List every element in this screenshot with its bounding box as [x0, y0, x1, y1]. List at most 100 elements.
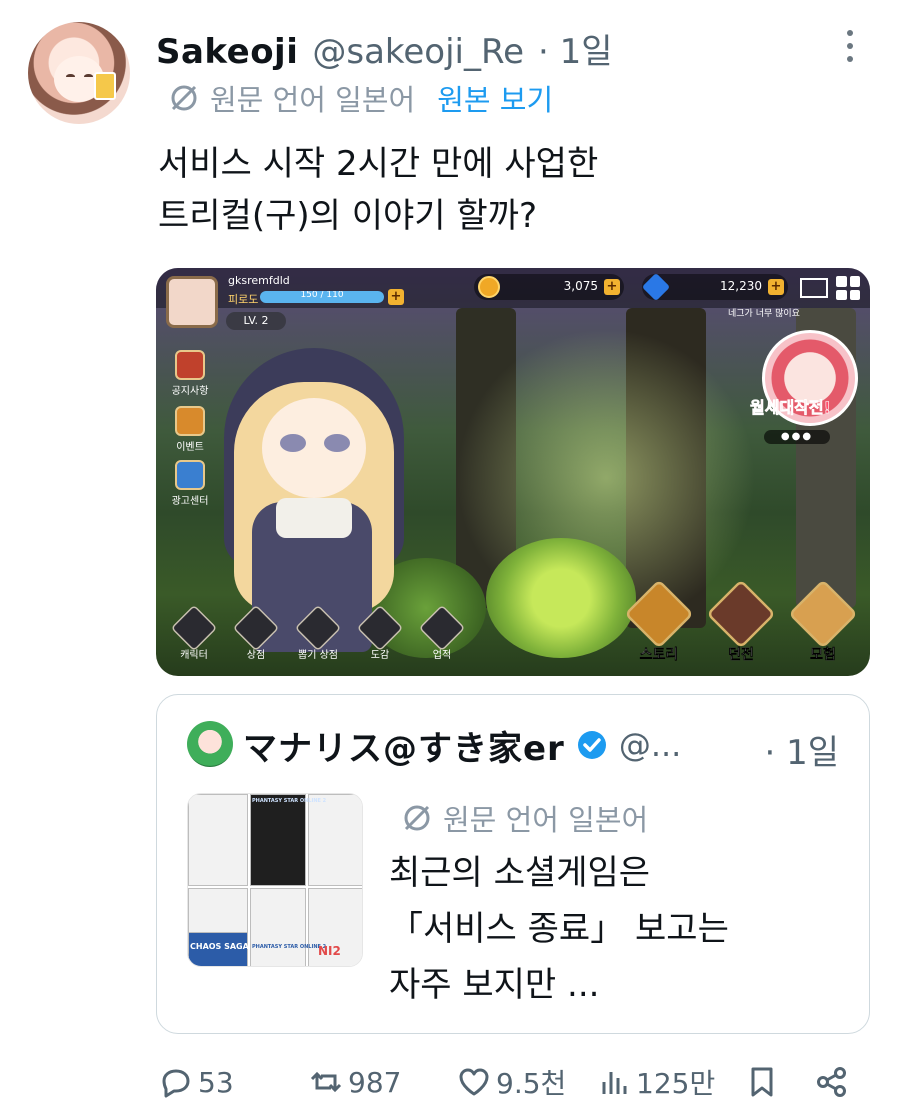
heart-icon: [459, 1068, 489, 1096]
retweet-button[interactable]: 987: [308, 1060, 401, 1104]
translate-off-icon: [171, 85, 197, 111]
tweet-text-line: 서비스 시작 2시간 만에 사업한: [158, 144, 599, 184]
analytics-icon: [602, 1072, 627, 1094]
quoted-display-name: マナリス@すき家er: [243, 728, 565, 769]
reply-count: 53: [198, 1065, 234, 1099]
menu-story: 스토리: [624, 579, 694, 664]
translate-off-icon: [404, 805, 430, 831]
like-button[interactable]: 9.5천: [456, 1060, 566, 1104]
book-icon: [624, 579, 694, 649]
character-eye: [280, 434, 306, 452]
bookmark-icon: [751, 1067, 773, 1097]
reply-icon: [162, 1069, 190, 1098]
quoted-thumbnail: CHAOS SAGA PHANTASY STAR ONLINE 2 PHANTA…: [187, 793, 363, 967]
avatar-eye: [84, 74, 93, 79]
avatar[interactable]: [28, 22, 130, 124]
menu-adventure: 모험: [788, 579, 858, 664]
share-icon: [817, 1067, 846, 1097]
tweet-actions: 53 987 9.5천 125만: [158, 1060, 858, 1104]
chess-icon: [356, 604, 404, 652]
share-button[interactable]: [814, 1060, 850, 1104]
quoted-text-line: 최근의 소셜게임은: [389, 853, 651, 893]
thumb-logo: PHANTASY STAR ONLINE 2: [252, 944, 327, 950]
thumb-logo: NI2: [318, 944, 341, 958]
tweet-text-line: 트리컬(구)의 이야기 할까?: [158, 196, 537, 236]
views-button[interactable]: 125만: [596, 1060, 715, 1104]
mail-icon: [800, 278, 828, 298]
quoted-text-line: 「서비스 종료」 보고는: [389, 909, 729, 949]
thumb-logo: CHAOS SAGA: [190, 942, 249, 951]
fatigue-value: 150 / 110: [300, 291, 344, 300]
fatigue-plus-icon: +: [388, 289, 404, 305]
manga-panel: [250, 888, 306, 966]
menu-label: 스토리: [639, 647, 679, 663]
verified-badge-icon: [577, 731, 606, 759]
avatar-cup: [94, 72, 116, 100]
menu-character: 캐릭터: [168, 604, 220, 661]
view-count: 125만: [636, 1067, 716, 1100]
bush: [486, 538, 636, 658]
sword-icon: [706, 579, 776, 649]
gem-plus-icon: +: [768, 279, 784, 295]
bookmark-button[interactable]: [744, 1060, 780, 1104]
level-badge: LV. 2: [226, 312, 286, 330]
nickname-warning: 네그가 너무 많이요: [728, 309, 800, 319]
translate-label: 원문 언어 일본어: [443, 803, 649, 837]
quoted-tweet[interactable]: マナリス@すき家er @... · 1일 CHAOS SAGA PHANTASY…: [156, 694, 870, 1034]
menu-label: 던전: [728, 647, 754, 663]
gem-icon: [641, 272, 671, 302]
quoted-handle: @...: [618, 726, 682, 764]
handle[interactable]: @sakeoji_Re: [312, 32, 524, 72]
game-bottom-menu: 캐릭터 상점 뽑기 상점 도감 업적: [168, 604, 468, 661]
trophy-icon: [418, 604, 466, 652]
manga-panel: [308, 794, 362, 886]
display-name[interactable]: Sakeoji: [156, 32, 298, 72]
translate-label: 원문 언어 일본어: [210, 83, 416, 117]
like-count: 9.5천: [496, 1067, 567, 1100]
menu-dungeon: 던전: [706, 579, 776, 664]
gold-plus-icon: +: [604, 279, 620, 295]
tweet-text: 서비스 시작 2시간 만에 사업한 트리컬(구)의 이야기 할까?: [158, 138, 858, 242]
gift-icon: [175, 460, 205, 490]
event-icon: [175, 406, 205, 436]
more-options-icon[interactable]: [842, 30, 858, 62]
event-banner-text: 월세대작전!: [750, 398, 832, 418]
menu-collection: 도감: [354, 604, 406, 661]
thumb-logo: PHANTASY STAR ONLINE 2: [252, 798, 327, 804]
tweet-header: Sakeoji @sakeoji_Re · 1일: [156, 24, 613, 72]
show-original-link[interactable]: 원본 보기: [437, 77, 553, 119]
diamond-icon: [232, 604, 280, 652]
gem-counter: 12,230 +: [641, 272, 788, 302]
gold-counter: 3,075 +: [474, 274, 624, 300]
fatigue-label: 피로도: [228, 293, 259, 306]
gem-value: 12,230: [720, 279, 762, 293]
quoted-text-line: 자주 보지만 ...: [389, 965, 600, 1005]
fatigue-bar: 150 / 110: [260, 291, 384, 303]
retweet-icon: [310, 1071, 342, 1093]
character-eye: [324, 434, 350, 452]
menu-gacha-shop: 뽑기 상점: [292, 604, 344, 661]
backpack-icon: [788, 579, 858, 649]
reply-button[interactable]: 53: [158, 1060, 234, 1104]
game-profile-avatar: [166, 276, 218, 328]
notice-icon: [175, 350, 205, 380]
quoted-avatar: [187, 721, 233, 767]
game-username: gksremfdld: [228, 274, 290, 287]
menu-shop: 상점: [230, 604, 282, 661]
gold-value: 3,075: [563, 279, 598, 293]
character-collar: [276, 498, 352, 538]
quoted-translation-bar: 원문 언어 일본어: [401, 797, 648, 839]
timestamp[interactable]: · 1일: [538, 24, 613, 73]
avatar-eye: [66, 74, 75, 79]
gacha-icon: [294, 604, 342, 652]
grid-menu-icon: [836, 276, 860, 300]
menu-achievement: 업적: [416, 604, 468, 661]
gold-coin-icon: [478, 276, 500, 298]
quoted-timestamp: · 1일: [764, 733, 839, 773]
menu-label: 모험: [810, 647, 836, 663]
tweet-media-image[interactable]: gksremfdld 피로도 150 / 110 + LV. 2 3,075 +…: [156, 268, 870, 676]
character-face: [262, 398, 366, 498]
manga-panel: [188, 794, 248, 886]
quoted-header: マナリス@すき家er @...: [243, 723, 682, 769]
character-icon: [170, 604, 218, 652]
